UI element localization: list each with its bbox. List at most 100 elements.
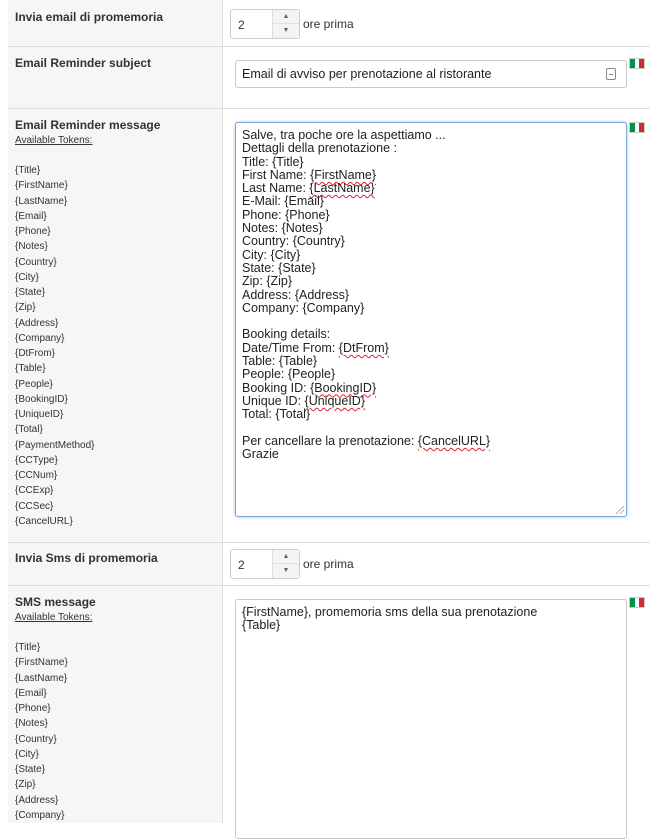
token-item: {Address} [15, 794, 59, 806]
email-message-textarea[interactable]: Salve, tra poche ore la aspettiamo ... De… [235, 122, 627, 517]
token-item: {Notes} [15, 718, 48, 730]
token-item: {Company} [15, 332, 65, 344]
token-item: {Zip} [15, 779, 36, 791]
email-subject-label: Email Reminder subject [15, 56, 152, 70]
token-item: {BookingID} [15, 393, 68, 405]
reminder-sms-unit: ore prima [303, 557, 354, 571]
spinner-arrows-icon: ▲ ▼ [272, 10, 299, 38]
message-line: Date/Time From: {DtFrom} [242, 340, 389, 355]
token-item: {PaymentMethod} [15, 439, 95, 451]
message-line: Grazie [242, 447, 279, 462]
message-line: {Table} [242, 618, 281, 633]
token-item: {Zip} [15, 302, 36, 314]
token-item: {Address} [15, 317, 59, 329]
message-line: First Name: {FirstName} [242, 167, 377, 182]
reminder-sms-label: Invia Sms di promemoria [15, 551, 158, 565]
token-item: {Email} [15, 210, 47, 222]
available-tokens-label: Available Tokens: [15, 135, 93, 146]
token-item: {FirstName} [15, 657, 68, 669]
reminder-sms-hours-value: 2 [238, 558, 245, 572]
message-line: Total: {Total} [242, 407, 311, 422]
label-cell: SMS message Available Tokens: {Title} {Fi… [8, 586, 223, 823]
email-message-text: Salve, tra poche ore la aspettiamo ... De… [242, 128, 491, 462]
token-item: {Country} [15, 733, 57, 745]
italian-flag-icon [629, 58, 645, 69]
message-line: Per cancellare la prenotazione: {CancelU… [242, 433, 491, 448]
message-line: E-Mail: {Email} [242, 194, 324, 209]
token-item: {People} [15, 378, 53, 390]
reminder-sms-hours-input[interactable]: 2 ▲ ▼ [230, 549, 300, 579]
token-item: {Total} [15, 424, 43, 436]
message-line: Company: {Company} [242, 300, 365, 315]
message-line [242, 422, 490, 435]
reminder-email-unit: ore prima [303, 17, 354, 31]
message-line: Booking details: [242, 327, 331, 342]
token-item: {FirstName} [15, 180, 68, 192]
spinner-down-button[interactable]: ▼ [273, 24, 299, 38]
token-item: {Country} [15, 256, 57, 268]
token-item: {LastName} [15, 195, 68, 207]
sms-message-text: {FirstName}, promemoria sms della sua pr… [242, 605, 538, 633]
message-line: Unique ID: {UniqueID} [242, 393, 365, 408]
token-item: {Phone} [15, 703, 51, 714]
token-item: {Title} [15, 642, 41, 653]
label-cell: Email Reminder subject [8, 47, 223, 108]
token-item: {CCNum} [15, 470, 58, 481]
token-item: {City} [15, 271, 39, 283]
token-item: {City} [15, 748, 39, 760]
row-email-message: Email Reminder message Available Tokens:… [8, 108, 650, 542]
token-item: {CancelURL} [15, 515, 73, 527]
token-item: {State} [15, 287, 46, 298]
email-subject-input[interactable]: Email di avviso per prenotazione al rist… [235, 60, 627, 88]
field-options-icon[interactable] [606, 68, 616, 80]
token-item: {LastName} [15, 672, 68, 684]
message-line: Phone: {Phone} [242, 207, 330, 222]
row-reminder-sms: Invia Sms di promemoria 2 ▲ ▼ ore prima [8, 542, 650, 585]
spinner-up-button[interactable]: ▲ [273, 10, 299, 24]
sms-token-list: {Title} {FirstName} {LastName} {Email} {Phon… [15, 640, 68, 823]
token-item: {Title} [15, 165, 41, 176]
token-item: {Notes} [15, 241, 48, 253]
token-item: {Company} [15, 809, 65, 821]
available-tokens-label: Available Tokens: [15, 612, 93, 623]
token-item: {CCExp} [15, 485, 54, 497]
token-item: {CCSec} [15, 500, 54, 512]
reminder-email-hours-value: 2 [238, 18, 245, 32]
message-line: Notes: {Notes} [242, 221, 323, 236]
spinner-up-button[interactable]: ▲ [273, 550, 299, 564]
message-line: State: {State} [242, 260, 316, 275]
spinner-arrows-icon: ▲ ▼ [272, 550, 299, 578]
row-sms-message: SMS message Available Tokens: {Title} {Fi… [8, 585, 650, 839]
message-line: Last Name: {LastName} [242, 181, 375, 196]
token-item: {DtFrom} [15, 348, 56, 359]
message-line: Address: {Address} [242, 287, 350, 302]
spinner-down-button[interactable]: ▼ [273, 564, 299, 578]
label-cell: Invia email di promemoria [8, 0, 223, 46]
message-line: Dettagli della prenotazione : [242, 141, 397, 156]
message-line: Salve, tra poche ore la aspettiamo ... [242, 128, 446, 142]
message-line: Title: {Title} [242, 154, 304, 169]
label-cell: Invia Sms di promemoria [8, 543, 223, 585]
message-line: Booking ID: {BookingID} [242, 380, 377, 395]
message-line [242, 315, 490, 328]
message-line: People: {People} [242, 367, 336, 382]
token-item: {State} [15, 764, 46, 775]
token-item: {Email} [15, 687, 47, 699]
token-item: {Phone} [15, 226, 51, 237]
message-line: Country: {Country} [242, 234, 345, 249]
resize-handle-icon[interactable] [616, 506, 624, 514]
token-item: {Table} [15, 363, 46, 375]
label-cell: Email Reminder message Available Tokens:… [8, 109, 223, 542]
email-subject-value: Email di avviso per prenotazione al rist… [242, 67, 492, 81]
italian-flag-icon [629, 597, 645, 608]
email-token-list: {Title} {FirstName} {LastName} {Email} {Phon… [15, 163, 95, 529]
reminder-email-hours-input[interactable]: 2 ▲ ▼ [230, 9, 300, 39]
italian-flag-icon [629, 122, 645, 133]
reminder-email-label: Invia email di promemoria [15, 10, 164, 24]
token-item: {CCType} [15, 454, 58, 466]
email-message-label: Email Reminder message [15, 118, 161, 132]
message-line: {FirstName}, promemoria sms della sua pr… [242, 605, 538, 619]
message-line: Zip: {Zip} [242, 274, 293, 289]
message-line: City: {City} [242, 247, 301, 262]
sms-message-textarea[interactable]: {FirstName}, promemoria sms della sua pr… [235, 599, 627, 839]
